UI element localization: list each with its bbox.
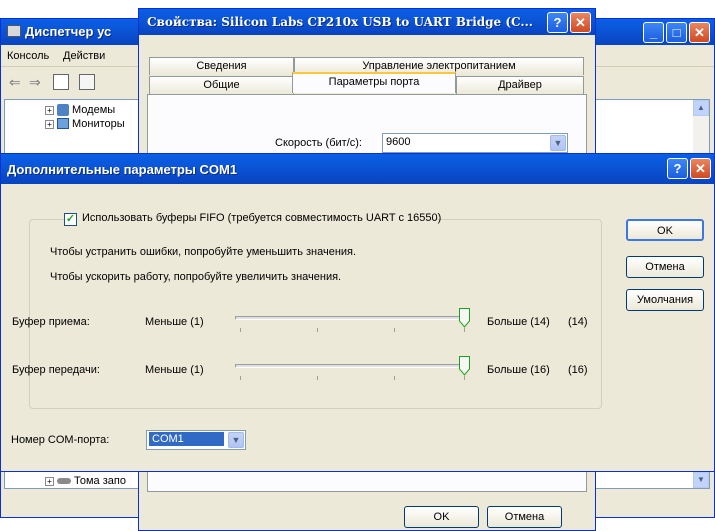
transmit-buffer-slider[interactable] <box>235 354 475 384</box>
tab-details[interactable]: Сведения <box>149 57 294 75</box>
device-manager-title: Диспетчер ус <box>25 24 112 39</box>
receive-buffer-label: Буфер приема: <box>12 316 90 328</box>
speed-select[interactable]: 9600 ▼ <box>382 133 568 153</box>
fifo-label: Использовать буферы FIFO (требуется совм… <box>82 212 442 224</box>
slider-tick <box>464 328 465 332</box>
transmit-slider-track <box>235 364 467 368</box>
help-button[interactable]: ? <box>667 158 688 179</box>
cancel-button[interactable]: Отмена <box>487 506 562 528</box>
transmit-current-value: (16) <box>568 364 588 376</box>
receive-max-label: Больше (14) <box>487 316 550 328</box>
com-port-label: Номер COM-порта: <box>11 434 110 446</box>
properties-titlebar[interactable]: Свойства: Silicon Labs CP210x USB to UAR… <box>139 9 595 35</box>
tree-label: Модемы <box>72 104 116 116</box>
slider-tick <box>464 376 465 380</box>
menu-action[interactable]: Действи <box>63 50 105 62</box>
slider-tick <box>394 328 395 332</box>
slider-tick <box>317 328 318 332</box>
device-manager-app-icon <box>7 25 21 37</box>
tab-general[interactable]: Общие <box>149 76 294 94</box>
tab-driver[interactable]: Драйвер <box>456 76 584 94</box>
receive-current-value: (14) <box>568 316 588 328</box>
close-button[interactable]: ✕ <box>690 158 711 179</box>
slider-tick <box>240 376 241 380</box>
com-port-select[interactable]: COM1 ▼ <box>146 430 246 450</box>
maximize-button[interactable]: □ <box>666 22 687 43</box>
transmit-slider-thumb[interactable] <box>459 356 470 376</box>
slider-tick <box>394 376 395 380</box>
chevron-down-icon[interactable]: ▼ <box>550 135 566 151</box>
forward-arrow-icon[interactable]: ⇒ <box>29 74 41 91</box>
speed-value: 9600 <box>386 136 411 148</box>
hint-speed: Чтобы ускорить работу, попробуйте увелич… <box>50 271 342 283</box>
menu-console[interactable]: Консоль <box>7 50 49 62</box>
help-button[interactable]: ? <box>547 12 568 33</box>
scroll-down-arrow-icon[interactable]: ▼ <box>693 472 709 488</box>
cancel-button[interactable]: Отмена <box>626 256 704 278</box>
properties-icon[interactable] <box>79 74 95 90</box>
defaults-button[interactable]: Умолчания <box>626 289 704 311</box>
scroll-up-arrow-icon[interactable]: ▲ <box>693 100 709 116</box>
receive-slider-thumb[interactable] <box>459 308 470 328</box>
expand-icon[interactable]: + <box>45 120 54 129</box>
ok-button[interactable]: OK <box>626 219 704 241</box>
hint-errors: Чтобы устранить ошибки, попробуйте умень… <box>50 246 357 258</box>
monitor-icon <box>57 118 69 129</box>
transmit-buffer-label: Буфер передачи: <box>12 364 100 376</box>
com-port-value: COM1 <box>149 432 224 446</box>
expand-icon[interactable]: + <box>45 106 54 115</box>
expand-icon[interactable]: + <box>45 477 54 486</box>
tab-port-settings[interactable]: Параметры порта <box>292 72 456 93</box>
slider-tick <box>240 328 241 332</box>
close-button[interactable]: ✕ <box>570 12 591 33</box>
receive-slider-track <box>235 316 467 320</box>
tree-label: Тома запо <box>74 475 126 487</box>
transmit-min-label: Меньше (1) <box>145 364 204 376</box>
fifo-checkbox[interactable]: ✓ <box>64 213 77 226</box>
advanced-title: Дополнительные параметры COM1 <box>7 162 238 177</box>
ok-button[interactable]: OK <box>404 506 479 528</box>
back-arrow-icon[interactable]: ⇐ <box>9 74 21 91</box>
transmit-max-label: Больше (16) <box>487 364 550 376</box>
advanced-settings-dialog: Дополнительные параметры COM1 ? ✕ ✓ Испо… <box>0 153 715 472</box>
receive-buffer-slider[interactable] <box>235 306 475 336</box>
minimize-button[interactable]: _ <box>643 22 664 43</box>
modem-icon <box>57 104 69 116</box>
advanced-titlebar[interactable]: Дополнительные параметры COM1 ? ✕ <box>1 154 714 184</box>
close-button[interactable]: ✕ <box>689 22 710 43</box>
view-icon[interactable] <box>53 74 69 90</box>
properties-title: Свойства: Silicon Labs CP210x USB to UAR… <box>147 15 533 29</box>
drive-icon <box>57 478 71 484</box>
chevron-down-icon[interactable]: ▼ <box>228 432 244 448</box>
speed-label: Скорость (бит/с): <box>275 137 362 149</box>
fifo-groupbox: ✓ Использовать буферы FIFO (требуется со… <box>12 212 602 409</box>
tree-label: Мониторы <box>72 118 125 130</box>
fifo-checkbox-row[interactable]: ✓ Использовать буферы FIFO (требуется со… <box>64 212 441 228</box>
slider-tick <box>317 376 318 380</box>
receive-min-label: Меньше (1) <box>145 316 204 328</box>
